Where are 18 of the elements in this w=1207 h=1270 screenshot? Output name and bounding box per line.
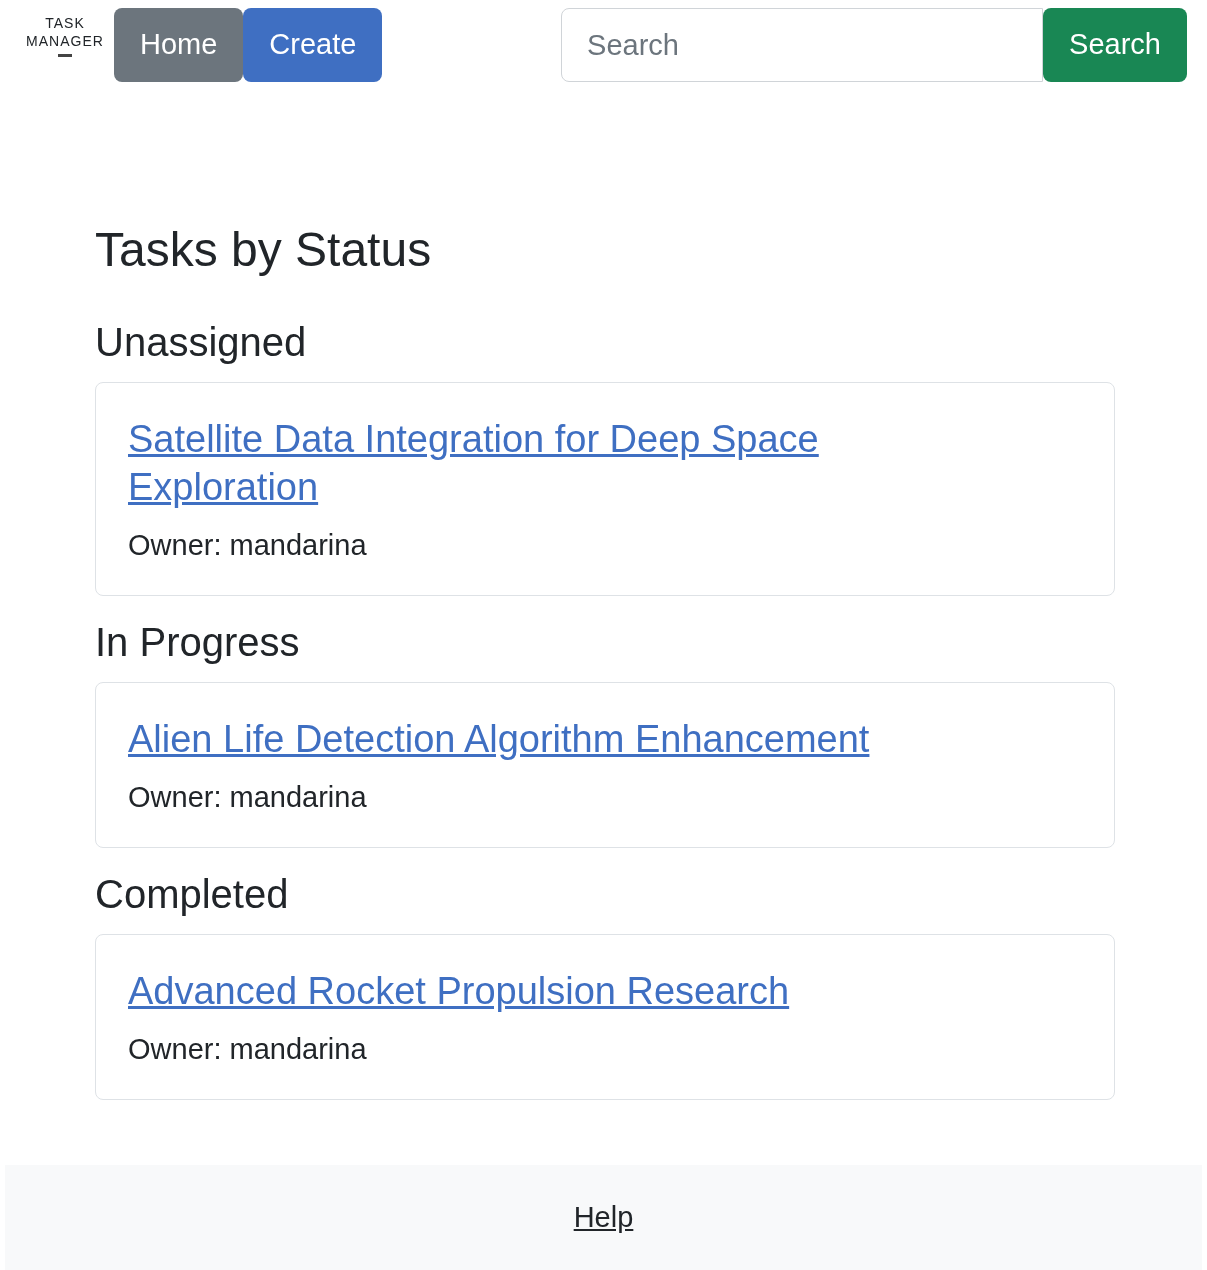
- section-heading: Unassigned: [95, 319, 308, 366]
- section-heading: In Progress: [95, 619, 301, 666]
- section-heading: Completed: [95, 871, 290, 918]
- nav-button[interactable]: Create: [243, 8, 383, 82]
- task-link[interactable]: Satellite Data Integration for Deep Space Exploration: [128, 415, 928, 511]
- page-title: Tasks by Status: [95, 222, 433, 278]
- logo-mark-icon: [58, 54, 72, 57]
- logo-text: MANAGER: [26, 32, 104, 50]
- nav-button[interactable]: Home: [114, 8, 244, 82]
- search-button[interactable]: Search: [1043, 8, 1187, 82]
- task-owner: Owner: mandarina: [128, 780, 367, 815]
- task-link[interactable]: Advanced Rocket Propulsion Research: [128, 967, 790, 1015]
- task-link[interactable]: Alien Life Detection Algorithm Enhancement: [128, 715, 870, 763]
- logo-text: TASK: [45, 14, 85, 32]
- task-owner: Owner: mandarina: [128, 528, 367, 563]
- search-field[interactable]: Search: [561, 8, 1044, 82]
- task-owner: Owner: mandarina: [128, 1032, 367, 1067]
- help-link[interactable]: Help: [573, 1195, 634, 1240]
